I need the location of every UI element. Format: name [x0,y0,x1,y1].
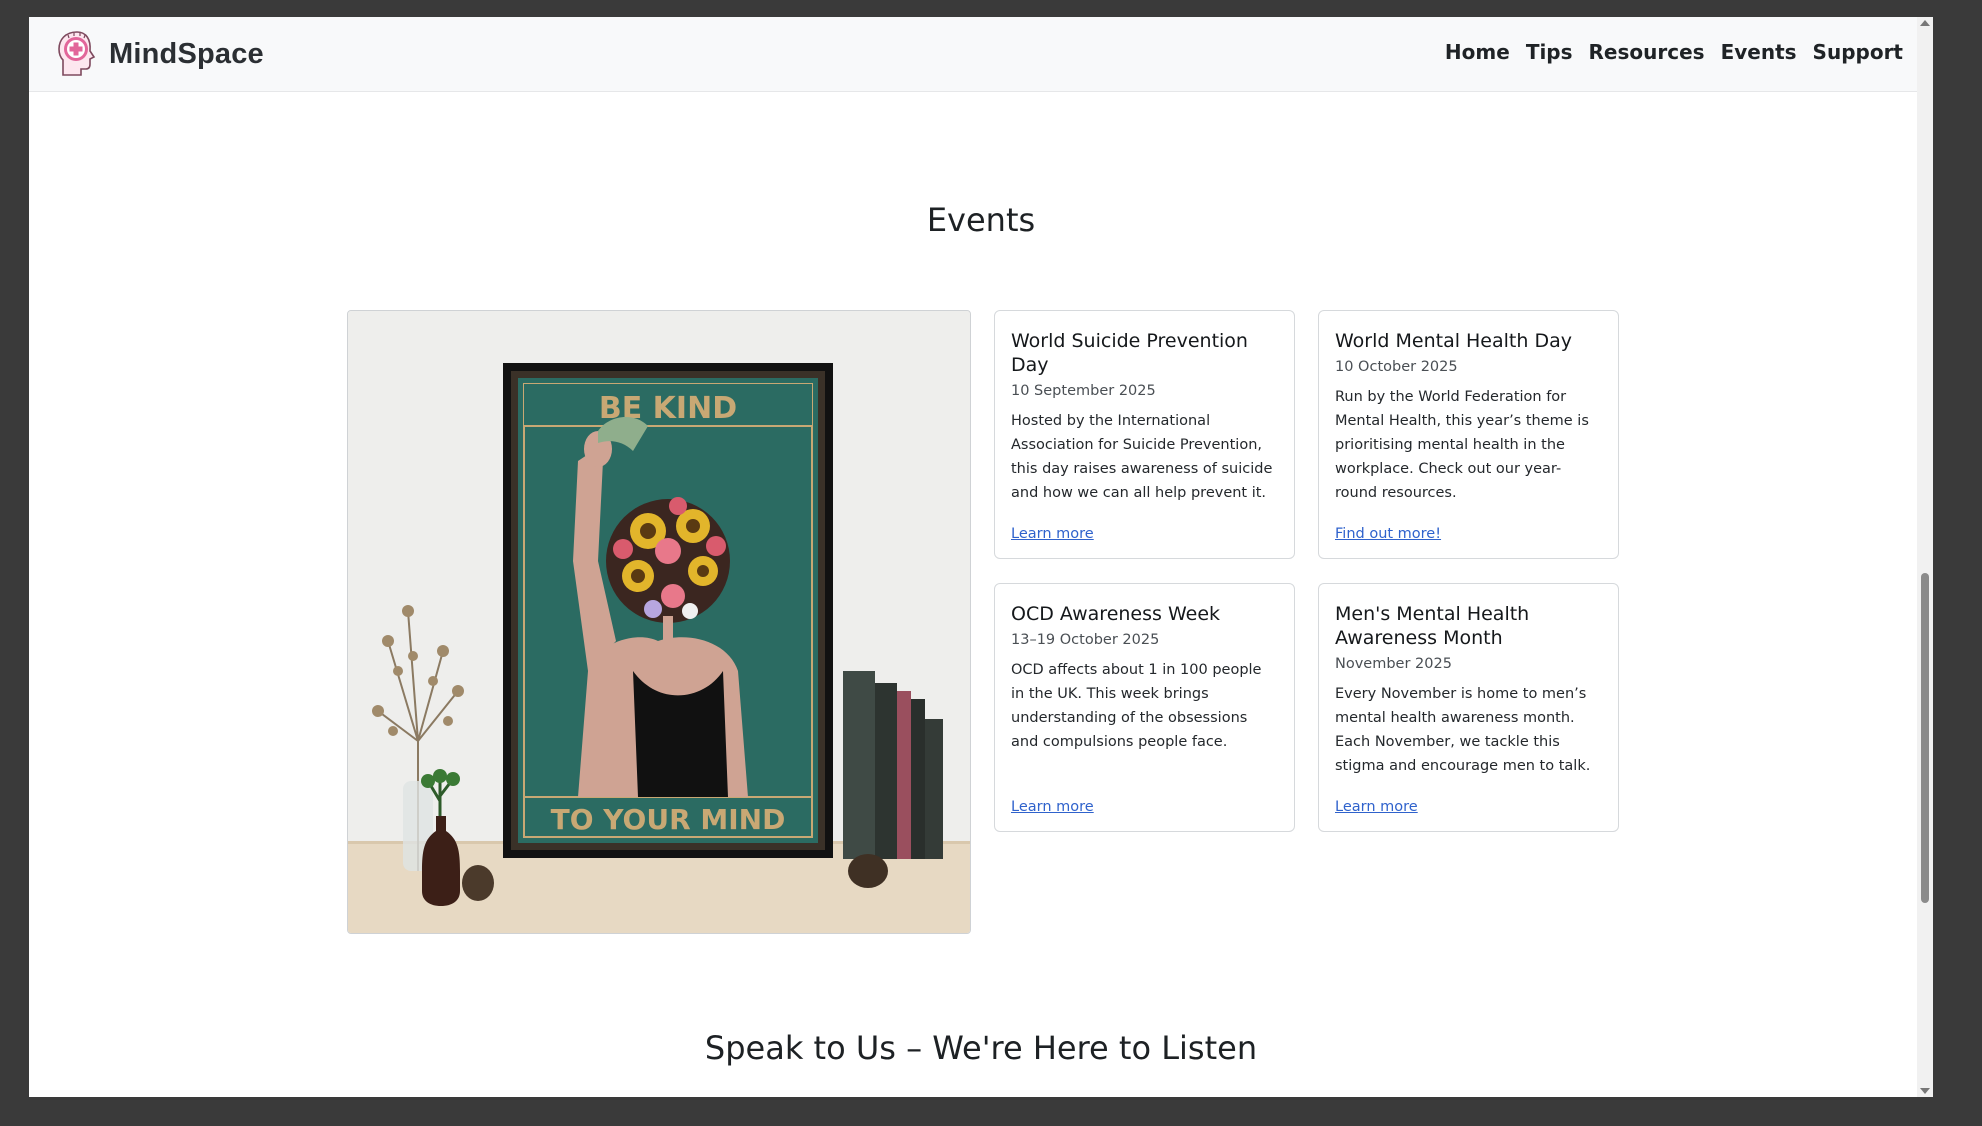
poster-illustration: BE KIND TO YOUR MIND [348,311,970,933]
nav-resources[interactable]: Resources [1589,40,1705,64]
event-card-text: Every November is home to men’s mental h… [1335,686,1591,774]
events-poster-image: BE KIND TO YOUR MIND [347,310,971,934]
event-card-date: 10 October 2025 [1335,359,1458,375]
event-card: Men's Mental Health Awareness Month Nove… [1318,583,1619,832]
event-card-link[interactable]: Learn more [1011,526,1094,542]
events-heading: Events [926,201,1036,239]
event-card-date: November 2025 [1335,656,1452,672]
scroll-up-arrow-icon[interactable] [1920,20,1930,26]
scrollbar-thumb[interactable] [1921,573,1929,903]
nav-events[interactable]: Events [1721,40,1797,64]
event-card-title: World Suicide Prevention Day [1011,330,1248,376]
vertical-scrollbar[interactable] [1917,17,1933,1097]
browser-viewport: MindSpace Home Tips Resources Events Sup… [29,17,1933,1097]
scroll-down-arrow-icon[interactable] [1920,1088,1930,1094]
brand[interactable]: MindSpace [55,29,264,79]
event-card-text: Hosted by the International Association … [1011,413,1273,501]
poster-frame-art: BE KIND TO YOUR MIND [503,363,833,858]
event-card: World Mental Health Day 10 October 2025 … [1318,310,1619,559]
event-card-date: 10 September 2025 [1011,383,1156,399]
brand-name: MindSpace [109,37,264,70]
nav-support[interactable]: Support [1813,40,1903,64]
event-card-title: Men's Mental Health Awareness Month [1335,603,1530,649]
nav-links: Home Tips Resources Events Support [1429,40,1903,64]
event-card-text: OCD affects about 1 in 100 people in the… [1011,662,1262,750]
head-medical-cross-icon [58,31,96,76]
event-card-link[interactable]: Find out more! [1335,526,1441,542]
event-card-text: Run by the World Federation for Mental H… [1335,389,1589,501]
speak-heading: Speak to Us – We're Here to Listen [704,1029,1258,1067]
event-card-link[interactable]: Learn more [1335,799,1418,815]
event-card-title: OCD Awareness Week [1011,603,1221,625]
event-card-link[interactable]: Learn more [1011,799,1094,815]
event-card: World Suicide Prevention Day 10 Septembe… [994,310,1295,559]
event-card-date: 13–19 October 2025 [1011,632,1160,648]
nav-home[interactable]: Home [1445,40,1510,64]
event-card: OCD Awareness Week 13–19 October 2025 OC… [994,583,1295,832]
navbar: MindSpace Home Tips Resources Events Sup… [29,17,1933,92]
poster-bottom-text: TO YOUR MIND [551,803,786,836]
nav-tips[interactable]: Tips [1526,40,1573,64]
event-card-title: World Mental Health Day [1335,330,1572,352]
